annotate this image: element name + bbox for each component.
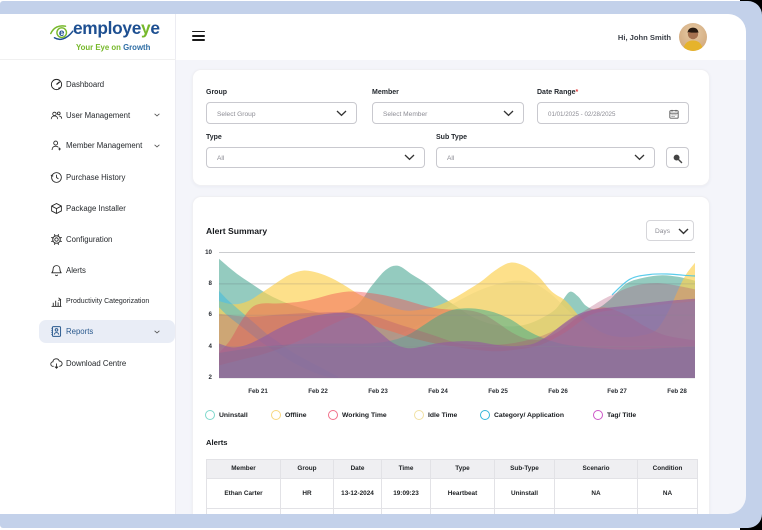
svg-text:e: e: [59, 28, 65, 39]
